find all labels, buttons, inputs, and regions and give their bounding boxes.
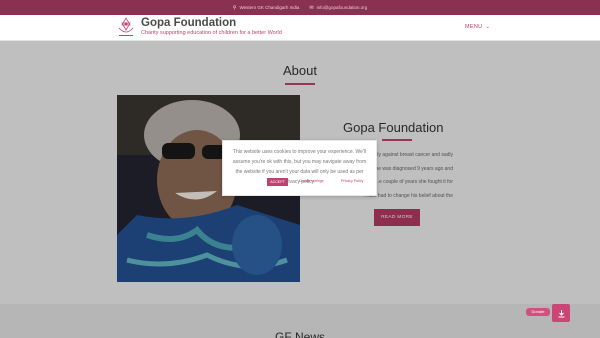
site-title[interactable]: Gopa Foundation — [141, 17, 236, 29]
location-text: Western GK Chandigarh India — [239, 5, 300, 10]
cookie-settings-link[interactable]: Cookie settings — [299, 179, 324, 183]
envelope-icon: ✉ — [309, 4, 314, 11]
email-link[interactable]: info@gopafoundation.org — [317, 5, 368, 10]
chevron-down-icon: ⌄ — [485, 24, 491, 30]
menu-toggle[interactable]: MENU ⌄ — [465, 24, 490, 30]
donate-button[interactable] — [552, 304, 570, 322]
cookie-notice: This website uses cookies to improve you… — [222, 140, 377, 196]
logo-icon[interactable] — [116, 16, 136, 40]
email-item[interactable]: ✉ info@gopafoundation.org — [309, 5, 367, 11]
cookie-accept-button[interactable]: ACCEPT — [267, 178, 288, 186]
donate-label[interactable]: Donate — [526, 308, 550, 316]
top-contact-bar: ⚲ Western GK Chandigarh India ✉ info@gop… — [0, 0, 600, 15]
site-header: Gopa Foundation Charity supporting educa… — [0, 15, 600, 41]
site-tagline: Charity supporting education of children… — [141, 30, 282, 36]
download-icon — [558, 309, 564, 317]
menu-label: MENU — [465, 24, 483, 30]
privacy-policy-link[interactable]: Privacy Policy — [341, 179, 363, 183]
location-item: ⚲ Western GK Chandigarh India — [233, 5, 300, 11]
map-pin-icon: ⚲ — [232, 4, 237, 11]
